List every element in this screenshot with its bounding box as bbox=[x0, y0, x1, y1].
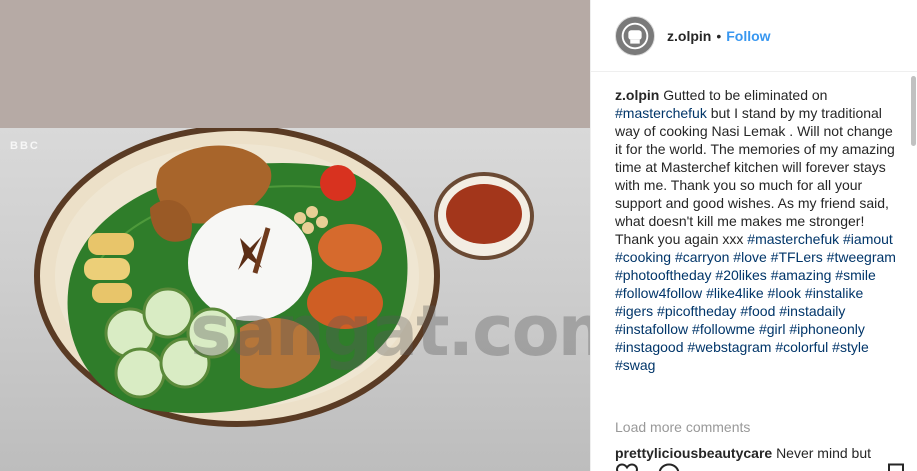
load-more-comments-button[interactable]: Load more comments bbox=[615, 419, 750, 435]
caption-scrollbar[interactable] bbox=[911, 76, 916, 146]
heart-icon[interactable] bbox=[615, 462, 639, 471]
watermark-text: sangat.com bbox=[190, 290, 590, 372]
post-username[interactable]: z.olpin bbox=[667, 28, 711, 44]
post-header: z.olpin • Follow bbox=[591, 0, 917, 72]
post-sidebar: z.olpin • Follow z.olpin Gutted to be el… bbox=[590, 0, 917, 471]
comment-item: prettyliciousbeautycare Never mind but bbox=[615, 444, 899, 462]
caption-username[interactable]: z.olpin bbox=[615, 87, 659, 103]
hashtag-link[interactable]: #masterchefuk bbox=[747, 231, 839, 247]
hashtag-link[interactable]: #webstagram bbox=[687, 339, 771, 355]
hashtag-link[interactable]: #masterchefuk bbox=[615, 105, 707, 121]
hashtag-link[interactable]: #TFLers bbox=[771, 249, 823, 265]
hashtag-link[interactable]: #amazing bbox=[771, 267, 832, 283]
hashtag-link[interactable]: #cooking bbox=[615, 249, 671, 265]
hashtag-link[interactable]: #picoftheday bbox=[657, 303, 736, 319]
hashtag-link[interactable]: #20likes bbox=[715, 267, 766, 283]
hashtag-link[interactable]: #instadaily bbox=[779, 303, 845, 319]
follow-button[interactable]: Follow bbox=[726, 28, 770, 44]
masterchef-logo-icon bbox=[616, 16, 654, 55]
hashtag-link[interactable]: #love bbox=[733, 249, 766, 265]
hashtag-link[interactable]: #igers bbox=[615, 303, 653, 319]
hashtag-link[interactable]: #iphoneonly bbox=[789, 321, 865, 337]
post-caption: z.olpin Gutted to be eliminated on #mast… bbox=[615, 86, 899, 374]
hashtag-link[interactable]: #followme bbox=[692, 321, 755, 337]
separator-dot: • bbox=[716, 27, 722, 44]
hashtag-link[interactable]: #like4like bbox=[706, 285, 764, 301]
avatar[interactable] bbox=[615, 15, 655, 56]
hashtag-link[interactable]: #style bbox=[832, 339, 869, 355]
hashtag-link[interactable]: #colorful bbox=[775, 339, 828, 355]
hashtag-link[interactable]: #follow4follow bbox=[615, 285, 702, 301]
bookmark-icon[interactable] bbox=[884, 462, 908, 471]
caption-body: #masterchefuk but I stand by my traditio… bbox=[615, 105, 896, 373]
hashtag-link[interactable]: #girl bbox=[759, 321, 785, 337]
comment-icon[interactable] bbox=[657, 462, 681, 471]
post-actions bbox=[615, 462, 681, 471]
hashtag-link[interactable]: #smile bbox=[835, 267, 875, 283]
caption-text: but I stand by my traditional way of coo… bbox=[615, 105, 895, 247]
hashtag-link[interactable]: #iamout bbox=[843, 231, 893, 247]
caption-lead: Gutted to be eliminated on bbox=[663, 87, 828, 103]
hashtag-link[interactable]: #look bbox=[768, 285, 801, 301]
hashtag-link[interactable]: #food bbox=[740, 303, 775, 319]
hashtag-link[interactable]: #carryon bbox=[675, 249, 729, 265]
hashtag-link[interactable]: #photooftheday bbox=[615, 267, 712, 283]
hashtag-link[interactable]: #instagood bbox=[615, 339, 684, 355]
hashtag-link[interactable]: #swag bbox=[615, 357, 655, 373]
bbc-logo: BBC bbox=[10, 140, 40, 152]
hashtag-link[interactable]: #instafollow bbox=[615, 321, 688, 337]
hashtag-link[interactable]: #instalike bbox=[805, 285, 863, 301]
hashtag-link[interactable]: #tweegram bbox=[827, 249, 896, 265]
comment-text: Never mind but bbox=[776, 445, 871, 461]
post-media[interactable]: BBC sangat.com bbox=[0, 0, 590, 471]
comment-username[interactable]: prettyliciousbeautycare bbox=[615, 445, 772, 461]
